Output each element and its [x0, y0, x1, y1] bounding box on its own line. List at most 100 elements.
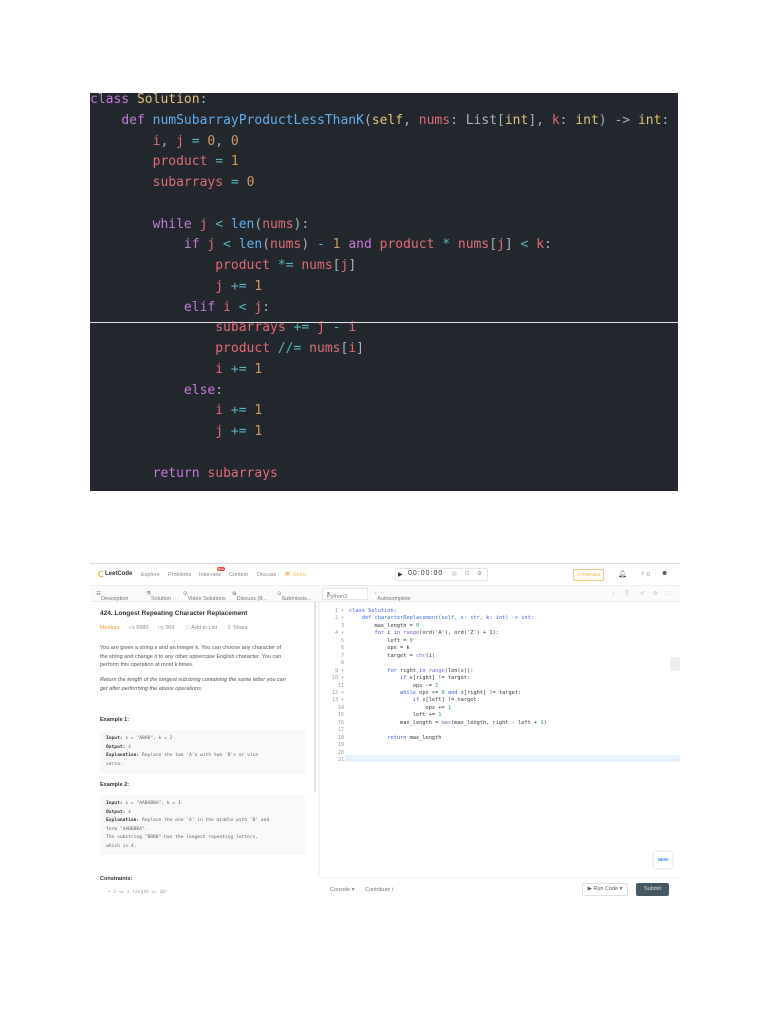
- editor-code-line: ops -= 1: [349, 683, 439, 689]
- fullscreen-icon[interactable]: ⛶: [667, 591, 671, 598]
- constraints-title: Constraints:: [100, 876, 133, 882]
- line-number: 5: [340, 637, 344, 644]
- code-token: in: [393, 630, 404, 637]
- nav-store[interactable]: Store: [293, 572, 306, 578]
- editor-code-line: if s[right] != target:: [349, 675, 470, 681]
- code-token: k: [536, 237, 545, 253]
- code-token: i: [348, 320, 357, 336]
- tab-solution[interactable]: ⚗ Solution: [146, 591, 171, 602]
- code-token: subarrays: [215, 320, 286, 336]
- example-2-box: Input: s = "AABABBA", k = 1 Output: 4 Ex…: [100, 795, 305, 855]
- code-token: 1: [254, 424, 263, 439]
- code-token: max_length: [409, 734, 442, 741]
- input-label: Input:: [106, 801, 123, 806]
- code-token: ops +=: [349, 704, 448, 711]
- side-handle[interactable]: [670, 657, 680, 671]
- code-token: while: [349, 689, 420, 696]
- bell-icon[interactable]: 🔔︎: [618, 570, 627, 578]
- avatar-icon[interactable]: ☻: [661, 570, 668, 577]
- nav-problems[interactable]: Problems: [168, 572, 191, 578]
- nav-contest[interactable]: Contest: [229, 572, 248, 578]
- code-screenshot-python: class Solution: def numSubarrayProductLe…: [90, 92, 678, 491]
- code-line: subarrays += j - i: [90, 318, 356, 338]
- console-button[interactable]: Console ▾: [330, 887, 354, 893]
- code-token: max_length =: [349, 719, 442, 726]
- code-token: j: [317, 320, 325, 336]
- code-token: +=: [223, 361, 255, 377]
- editor-settings-icon[interactable]: ⚙: [653, 591, 658, 597]
- copy-icon[interactable]: ⎘: [625, 591, 629, 598]
- code-token: -: [317, 237, 325, 253]
- points-icon[interactable]: ♁: [640, 570, 645, 577]
- example-1-title: Example 1:: [100, 717, 130, 723]
- panel-resize-handle[interactable]: [318, 602, 320, 878]
- code-token: int: [504, 112, 529, 128]
- line-number: 11: [337, 682, 344, 689]
- code-token: max_length =: [349, 622, 416, 629]
- tab-submissions[interactable]: ⊙ Submissio...: [277, 591, 312, 602]
- play-icon[interactable]: ▶: [398, 571, 403, 578]
- line-number: 13 ▾: [331, 697, 344, 704]
- editor-code-line: for i in range(ord('A'), ord('Z') + 1):: [349, 630, 499, 636]
- code-token: (i): [425, 652, 436, 659]
- code-token: (: [262, 237, 271, 253]
- code-token: characterReplacement: [374, 615, 439, 622]
- add-to-list-label: Add to List: [191, 625, 218, 631]
- contribute-button[interactable]: Contribute i: [365, 887, 393, 893]
- code-token: 1: [438, 712, 442, 719]
- submit-button[interactable]: Submit: [636, 883, 669, 896]
- description-line: get after performing the above operation…: [100, 686, 203, 692]
- code-token: 1: [254, 361, 263, 377]
- code-token: product: [379, 237, 435, 253]
- like-button[interactable]: 👍︎ 6980: [129, 625, 149, 631]
- new-button[interactable]: NEW: [654, 852, 672, 868]
- add-to-list-button[interactable]: ♡ Add to List: [185, 625, 217, 631]
- pause-icon[interactable]: ◎: [452, 571, 457, 577]
- info-icon[interactable]: i: [613, 591, 614, 597]
- language-select[interactable]: Python3 ▾: [322, 588, 368, 600]
- code-token: (max_length, right - left +: [451, 719, 541, 726]
- undo-icon[interactable]: ↺: [640, 591, 645, 597]
- code-token: ): [301, 237, 317, 253]
- run-code-button[interactable]: ▶ Run Code ▾: [582, 883, 628, 896]
- code-token: def: [349, 615, 375, 622]
- code-line: j += 1: [90, 277, 262, 297]
- scrollbar[interactable]: [314, 602, 316, 792]
- editor-code-line: ops = k: [349, 645, 409, 651]
- code-token: k: [551, 112, 560, 128]
- problem-title: 424. Longest Repeating Character Replace…: [100, 610, 248, 617]
- code-token: len: [238, 237, 263, 253]
- line-number: 20: [337, 749, 344, 756]
- tab-description[interactable]: ☰ Description: [96, 591, 128, 602]
- tab-video-solutions[interactable]: ⊙ Video Solutions: [183, 591, 226, 602]
- code-token: j: [497, 237, 505, 253]
- dislikes-count: 269: [165, 625, 175, 631]
- nav-interview[interactable]: Interview: [199, 572, 221, 578]
- autocomplete-toggle[interactable]: + Autocomplete: [374, 591, 411, 602]
- code-line: i += 1: [90, 401, 262, 421]
- code-token: left +=: [349, 712, 439, 719]
- code-token: if: [349, 675, 410, 682]
- code-line: return subarrays: [90, 464, 278, 484]
- nav-discuss[interactable]: Discuss: [257, 572, 276, 578]
- tab-discuss[interactable]: ⊕ Discuss (8...: [232, 591, 267, 602]
- line-number: 7: [340, 652, 344, 659]
- code-token: :: [262, 299, 271, 315]
- points: 0: [647, 572, 651, 578]
- nav-explore[interactable]: Explore: [141, 572, 160, 578]
- output-label: Output:: [106, 744, 126, 750]
- premium-button[interactable]: ⊙ Premium: [573, 569, 605, 581]
- editor-code-line: return max_length: [349, 735, 441, 741]
- dislike-button[interactable]: 👎︎ 269: [158, 625, 174, 631]
- code-token: +=: [223, 403, 255, 419]
- code-token: ): [543, 719, 547, 726]
- code-editor[interactable]: NEW 1 ▾ class Solution: 2 ▾ def characterR…: [322, 602, 680, 878]
- code-token: numSubarrayProductLessThanK: [152, 112, 364, 128]
- code-token: s[right] != target:: [460, 689, 522, 696]
- share-button[interactable]: ⇪ Share: [227, 625, 248, 631]
- logo-text[interactable]: LeetCode: [105, 571, 132, 577]
- settings-icon[interactable]: ⚙: [477, 571, 482, 577]
- reset-icon[interactable]: ⏻: [465, 571, 469, 578]
